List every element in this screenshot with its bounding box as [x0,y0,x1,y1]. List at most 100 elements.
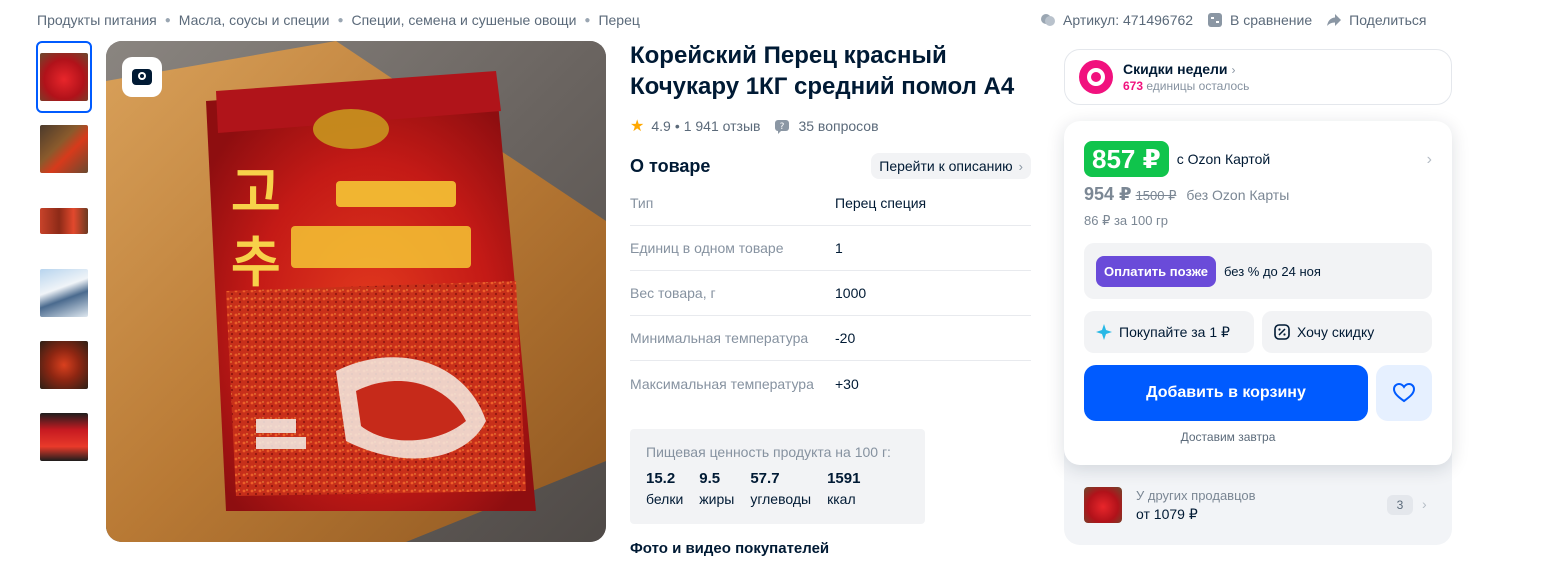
breadcrumb-separator: ● [584,14,591,26]
deal-badge-icon [1079,60,1113,94]
card-price-row[interactable]: 857 ₽ с Ozon Картой [1084,141,1270,177]
rating-value[interactable]: 4.9 [651,118,670,134]
nutrition-label: углеводы [750,491,812,507]
add-to-cart-button[interactable]: Добавить в корзину [1084,365,1368,421]
breadcrumb-separator: ● [337,14,344,26]
rating-row: ★ 4.9 • 1 941 отзыв ? 35 вопросов [630,116,879,136]
svg-text:?: ? [780,122,785,132]
buy-for-1-button[interactable]: Покупайте за 1 ₽ [1084,311,1254,353]
other-sellers-price: от 1079 ₽ [1136,505,1198,522]
svg-text:추: 추 [231,231,281,294]
without-card-label: без Ozon Карты [1186,187,1290,203]
questions-link[interactable]: 35 вопросов [798,118,878,134]
favorite-button[interactable] [1376,365,1432,421]
nutrition-value: 1591 [827,470,861,487]
nutrition-value: 9.5 [699,470,721,487]
spec-row: Вес товара, г 1000 [630,271,1031,316]
pay-later-block[interactable]: Оплатить позже без % до 24 ноя [1084,243,1432,299]
main-product-image[interactable]: 고 추 [106,41,606,542]
breadcrumb-item[interactable]: Специи, семена и сушеные овощи [351,12,576,28]
spec-row: Максимальная температура +30 [630,361,1031,406]
card-price-label: с Ozon Картой [1176,151,1271,167]
go-to-description-button[interactable]: Перейти к описанию › [871,153,1031,179]
thumbnail[interactable] [36,401,92,473]
spec-key: Вес товара, г [630,285,716,301]
heart-icon [1393,383,1415,403]
spec-key: Минимальная температура [630,330,809,346]
article-number[interactable]: Артикул: 471496762 [1040,12,1193,28]
buy-for-1-label: Покупайте за 1 ₽ [1119,323,1230,340]
compare-button[interactable]: В сравнение [1207,12,1312,28]
thumbnail-list [36,41,92,473]
compare-label: В сравнение [1230,12,1313,28]
nutrition-item: 9.5 жиры [699,470,734,507]
spec-value: +30 [835,375,859,392]
image-search-button[interactable] [122,57,162,97]
thumbnail[interactable] [36,329,92,401]
nutrition-item: 57.7 углеводы [750,470,811,507]
thumbnail[interactable] [36,41,92,113]
chevron-right-icon: › [1018,158,1023,174]
breadcrumb-item[interactable]: Масла, соусы и специи [179,12,330,28]
nutrition-panel: Пищевая ценность продукта на 100 г: 15.2… [630,429,925,524]
spec-row: Тип Перец специя [630,181,1031,226]
nutrition-value: 15.2 [646,470,676,487]
nutrition-item: 1591 ккал [827,470,860,507]
pay-later-button[interactable]: Оплатить позже [1096,255,1216,287]
nutrition-caption: Пищевая ценность продукта на 100 г: [646,444,891,460]
spec-value: Перец специя [835,195,927,211]
product-photo: 고 추 [106,41,606,542]
go-to-description-label: Перейти к описанию [879,158,1013,174]
reviews-link[interactable]: 1 941 отзыв [684,118,761,134]
product-thumbnail-image [40,413,88,461]
other-sellers-title: У других продавцов [1136,487,1256,503]
question-icon: ? [775,120,790,134]
thumbnail[interactable] [36,113,92,185]
unit-price: 86 ₽ за 100 гр [1084,213,1169,228]
image-search-icon [132,69,152,85]
product-thumbnail-image [40,125,88,173]
regular-price: 954 ₽ [1084,184,1132,204]
product-thumbnail-image [40,341,88,389]
discount-icon [1274,324,1290,340]
remaining-text: единицы осталось [1143,79,1250,93]
spec-key: Единиц в одном товаре [630,240,784,256]
breadcrumb: Продукты питания ● Масла, соусы и специи… [37,12,640,28]
about-title: О товаре [630,155,711,176]
svg-text:고: 고 [231,161,281,224]
week-deals-title: Скидки недели [1123,61,1228,77]
other-seller-thumbnail [1084,487,1122,523]
nutrition-value: 57.7 [750,470,780,487]
breadcrumb-item[interactable]: Перец [598,12,639,28]
breadcrumb-separator: ● [164,14,171,26]
thumbnail[interactable] [36,257,92,329]
about-header: О товаре Перейти к описанию › [630,153,1031,179]
share-icon [1327,14,1342,26]
copy-icon [1041,14,1055,26]
other-sellers-row[interactable]: У других продавцов от 1079 ₽ 3 › [1084,485,1432,525]
week-deals-banner[interactable]: Скидки недели › 673 единицы осталось [1064,49,1452,105]
old-price: 1500 ₽ [1135,188,1177,203]
nutrition-label: жиры [699,491,735,507]
share-button[interactable]: Поделиться [1326,12,1426,28]
pay-later-text: без % до 24 ноя [1223,263,1321,279]
card-price: 857 ₽ [1084,141,1169,177]
price-card: 857 ₽ с Ozon Картой › 954 ₽ 1500 ₽ без O… [1064,121,1452,465]
spec-key: Максимальная температура [630,375,814,392]
spec-value: 1000 [835,285,867,301]
spec-value: -20 [835,330,856,346]
nutrition-label: белки [646,491,684,507]
thumbnail[interactable] [36,185,92,257]
chevron-right-icon: › [1422,496,1427,512]
article-label: Артикул: 471496762 [1063,12,1194,28]
breadcrumb-item[interactable]: Продукты питания [37,12,157,28]
specs-table: Тип Перец специя Единиц в одном товаре 1… [630,181,1031,406]
sparkle-icon [1096,324,1112,340]
want-discount-button[interactable]: Хочу скидку [1262,311,1432,353]
share-label: Поделиться [1349,12,1427,28]
want-discount-label: Хочу скидку [1297,324,1375,340]
chevron-right-icon[interactable]: › [1427,151,1432,169]
remaining-count: 673 [1123,79,1144,93]
promo-buttons: Покупайте за 1 ₽ Хочу скидку [1084,311,1432,353]
nutrition-label: ккал [827,491,856,507]
